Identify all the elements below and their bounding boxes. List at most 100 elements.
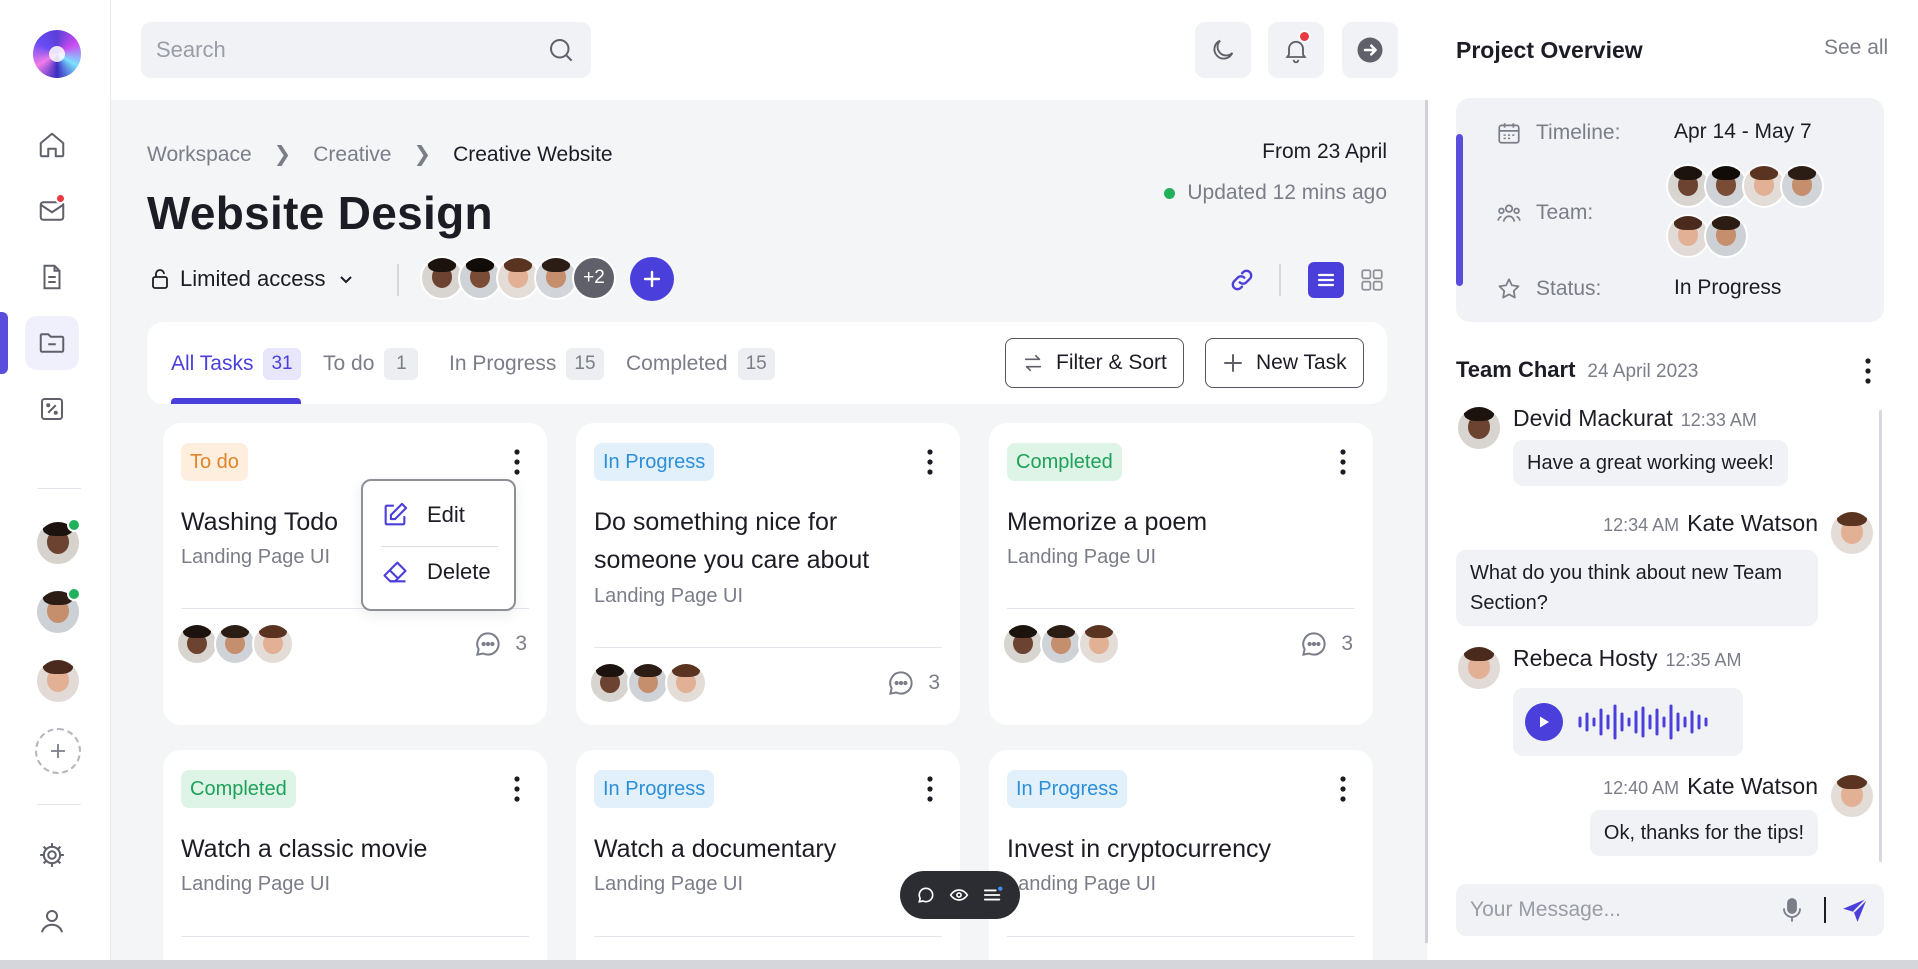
notifications-button[interactable] [1268,22,1324,78]
more-vertical-icon[interactable] [507,445,527,479]
tab-in-progress[interactable]: In Progress 15 [449,348,604,380]
team-icon [1497,204,1521,222]
avatar [1829,773,1875,819]
task-card[interactable]: In Progress Do something nice for someon… [576,423,960,725]
sidebar-user-3[interactable] [35,658,81,704]
play-button[interactable] [1525,703,1563,741]
divider [1279,264,1281,296]
access-label: Limited access [180,266,326,291]
status-badge: To do [181,443,248,481]
dark-mode-button[interactable] [1195,22,1251,78]
member-avatars[interactable]: +2 [420,256,616,300]
tab-completed[interactable]: Completed 15 [626,348,775,380]
send-icon[interactable] [1840,895,1870,925]
sidebar-item-home[interactable] [25,118,79,172]
message-time: 12:33 AM [1680,410,1757,430]
task-title: Memorize a poem [1007,508,1208,536]
message-bubble: Ok, thanks for the tips! [1589,810,1818,856]
edit-menu-item[interactable]: Edit [381,501,465,529]
more-vertical-icon[interactable] [920,445,940,479]
timeline-row: Timeline: [1496,120,1620,146]
search-input[interactable] [156,37,546,63]
breadcrumb-item[interactable]: Creative [313,143,391,167]
task-card[interactable]: In Progress Invest in cryptocurrency Lan… [989,750,1373,960]
tab-count: 1 [384,348,419,380]
avatar [1704,214,1748,258]
filter-sort-button[interactable]: Filter & Sort [1005,338,1184,388]
more-members-badge[interactable]: +2 [572,256,616,300]
divider [181,936,529,937]
author-name: Rebeca Hosty [1513,645,1658,671]
chat-bubble-icon[interactable] [916,885,936,905]
task-title: Watch a classic movie [181,835,428,863]
sidebar-item-profile[interactable] [25,894,79,948]
sidebar-item-percent[interactable] [25,382,79,436]
task-card[interactable]: Completed Watch a classic movie Landing … [163,750,547,960]
search-icon[interactable] [546,35,576,65]
edit-label: Edit [427,502,465,527]
copy-link-button[interactable] [1224,262,1260,298]
search-bar[interactable] [141,22,591,78]
list-view-button[interactable] [1308,262,1344,298]
task-assignees[interactable] [589,662,707,704]
see-all-link[interactable]: See all [1824,36,1888,60]
task-subtitle: Landing Page UI [1007,546,1157,568]
logout-button[interactable] [1342,22,1398,78]
comment-icon [889,671,913,695]
task-context-menu: Edit Delete [361,479,516,611]
project-overview-title: Project Overview [1456,37,1643,63]
new-task-button[interactable]: New Task [1205,338,1364,388]
comments-count[interactable]: 3 [886,668,940,698]
task-assignees[interactable] [176,623,294,665]
task-card[interactable]: In Progress Watch a documentary Landing … [576,750,960,960]
avatar [665,662,707,704]
sidebar-user-1[interactable] [35,518,81,566]
microphone-icon[interactable] [1780,897,1804,923]
task-assignees[interactable] [1002,623,1120,665]
sidebar-user-2[interactable] [35,587,81,635]
add-member-button[interactable] [630,257,674,301]
avatar [1456,405,1502,451]
avatar [1780,164,1824,208]
user-icon [41,910,63,933]
document-icon [43,264,61,290]
add-contact-button[interactable] [35,728,81,774]
sidebar-item-settings[interactable] [25,828,79,882]
tab-label: Completed [626,352,728,375]
breadcrumb: Workspace ❯ Creative ❯ Creative Website [147,142,613,167]
sidebar-item-mail[interactable] [25,184,79,238]
message-time: 12:35 AM [1665,650,1742,670]
sidebar-item-folder[interactable] [25,316,79,370]
more-vertical-icon[interactable] [1858,356,1878,386]
more-vertical-icon[interactable] [507,772,527,806]
access-dropdown[interactable]: Limited access [150,266,356,292]
eraser-icon [383,561,407,583]
message-input[interactable] [1470,898,1780,922]
comments-count[interactable]: 3 [473,629,527,659]
status-badge: In Progress [1007,770,1128,808]
eye-icon[interactable] [949,885,969,905]
app-logo[interactable] [33,30,81,78]
delete-label: Delete [427,559,491,584]
avatar [627,662,669,704]
task-card[interactable]: Completed Memorize a poem Landing Page U… [989,423,1373,725]
menu-icon[interactable] [982,885,1004,905]
tab-to-do[interactable]: To do 1 [323,348,419,380]
sidebar-item-documents[interactable] [25,250,79,304]
chat-scrollbar[interactable] [1879,410,1882,862]
team-avatars[interactable] [1666,164,1846,258]
more-vertical-icon[interactable] [1333,772,1353,806]
link-icon [1231,269,1253,291]
tab-all-tasks[interactable]: All Tasks 31 [171,348,301,380]
grid-view-button[interactable] [1354,262,1390,298]
more-vertical-icon[interactable] [1333,445,1353,479]
window-bottom-edge [0,960,1918,969]
delete-menu-item[interactable]: Delete [381,558,491,586]
breadcrumb-item[interactable]: Workspace [147,143,252,167]
star-icon [1498,278,1520,299]
divider [594,936,942,937]
more-vertical-icon[interactable] [920,772,940,806]
comments-count[interactable]: 3 [1299,629,1353,659]
gear-icon [40,843,64,867]
home-icon [39,132,65,158]
